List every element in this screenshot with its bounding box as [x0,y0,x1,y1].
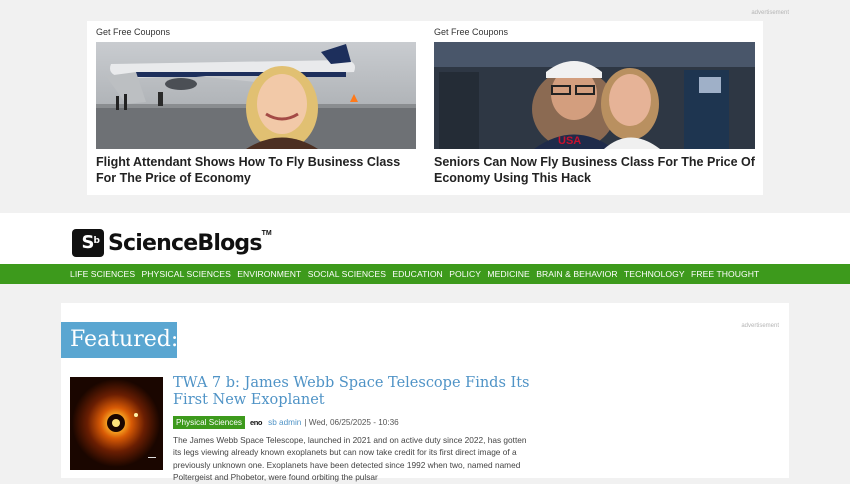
ad-kicker: Get Free Coupons [434,27,509,37]
source-badge: eno [249,418,263,427]
nav-item-brain-behavior[interactable]: BRAIN & BEHAVIOR [536,269,617,279]
nav-item-life-sciences[interactable]: LIFE SCIENCES [70,269,135,279]
svg-text:USA: USA [558,135,581,147]
category-navbar: LIFE SCIENCES PHYSICAL SCIENCES ENVIRONM… [0,264,850,284]
logo-mark-sup: b [93,236,100,246]
ad-image-airplane[interactable] [96,42,416,149]
logo-mark-icon: Sb [72,229,104,257]
nav-item-environment[interactable]: ENVIRONMENT [237,269,301,279]
author-link[interactable]: sb admin [268,418,301,427]
logo-trademark: TM [261,230,272,237]
advertisement-label: advertisement [741,323,779,329]
sponsored-ad-box: Get Free Coupons Flight Attendant Shows … [87,21,763,195]
nav-item-medicine[interactable]: MEDICINE [487,269,529,279]
article-excerpt: The James Webb Space Telescope, launched… [173,435,527,483]
nav-item-free-thought[interactable]: FREE THOUGHT [691,269,759,279]
logo-wordmark: ScienceBlogs [108,230,262,256]
ad-headline[interactable]: Flight Attendant Shows How To Fly Busine… [96,154,418,186]
featured-heading: Featured: [61,322,178,358]
nav-item-education[interactable]: EDUCATION [392,269,442,279]
nav-item-technology[interactable]: TECHNOLOGY [624,269,685,279]
nav-item-physical-sciences[interactable]: PHYSICAL SCIENCES [142,269,231,279]
scienceblogs-logo[interactable]: Sb ScienceBlogs TM [72,228,272,258]
ad-headline[interactable]: Seniors Can Now Fly Business Class For T… [434,154,756,186]
article-meta: Physical Sciences eno sb admin | Wed, 06… [173,416,399,429]
article-date: | Wed, 06/25/2025 - 10:36 [304,418,399,427]
nav-item-policy[interactable]: POLICY [449,269,481,279]
category-tag[interactable]: Physical Sciences [173,416,245,429]
article-title-link[interactable]: TWA 7 b: James Webb Space Telescope Find… [173,375,553,409]
nav-item-social-sciences[interactable]: SOCIAL SCIENCES [308,269,386,279]
logo-mark-letter: S [81,232,95,253]
ad-image-cabin[interactable]: USA [434,42,755,149]
article-thumbnail[interactable] [70,377,163,470]
advertisement-label: advertisement [751,10,789,16]
ad-kicker: Get Free Coupons [96,27,171,37]
main-content: Featured: advertisement TWA 7 b: James W… [61,303,789,482]
